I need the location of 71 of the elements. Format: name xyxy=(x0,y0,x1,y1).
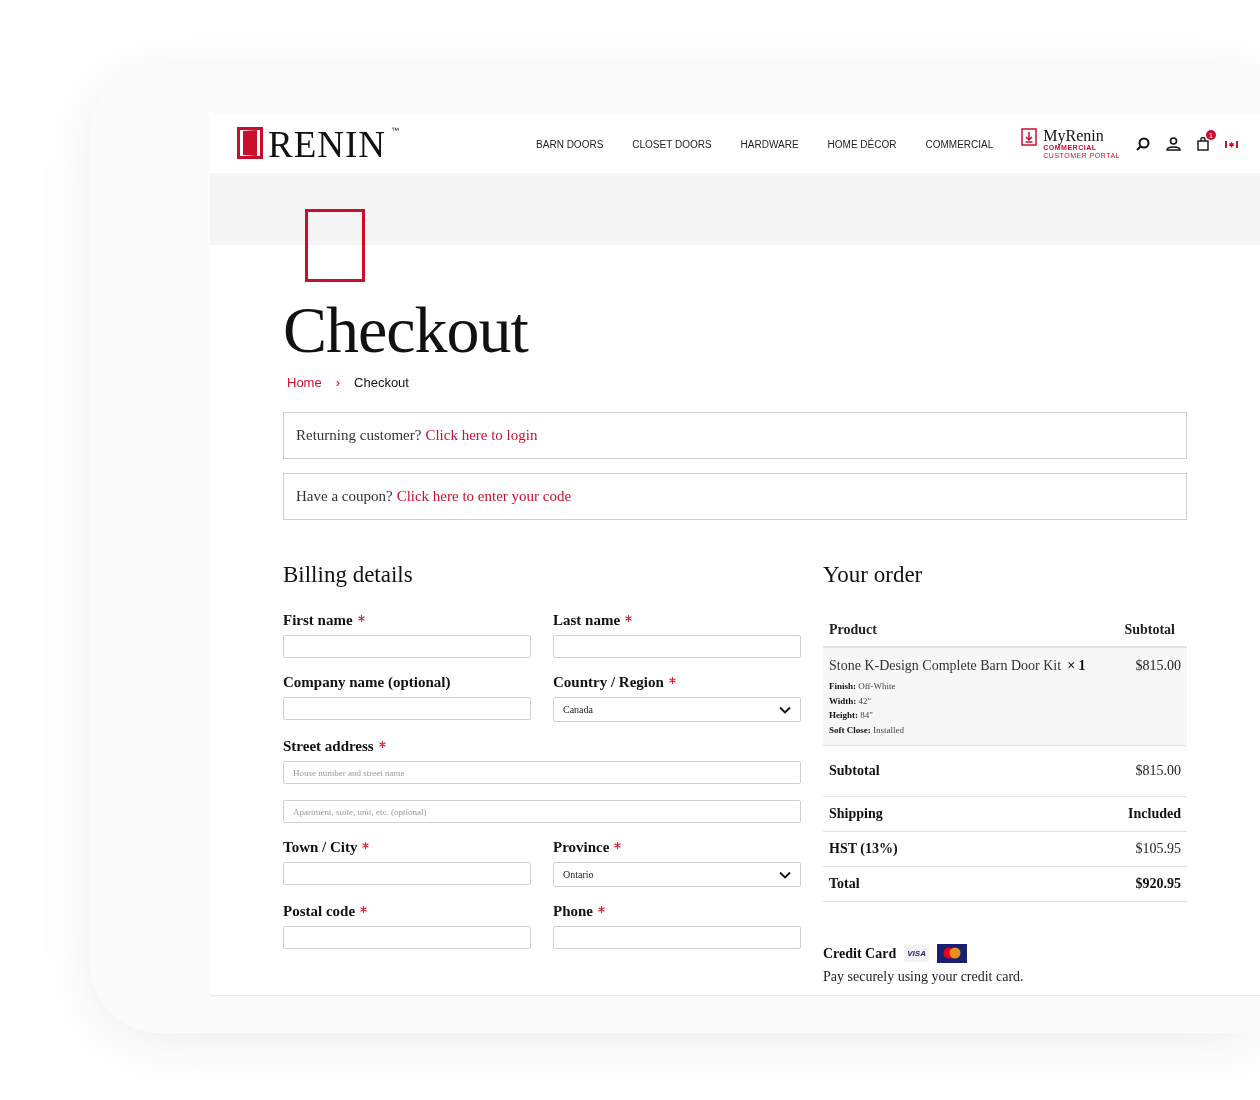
dropdown[interactable]: Canada xyxy=(553,697,801,722)
input-field[interactable] xyxy=(283,862,531,885)
notice-link[interactable]: Click here to enter your code xyxy=(396,488,572,505)
nav-link[interactable]: HARDWARE xyxy=(740,138,799,150)
required-icon xyxy=(668,677,676,684)
field-label: Town / City xyxy=(283,839,531,856)
nav-link[interactable]: CLOSET DOORS xyxy=(632,138,712,150)
notice-link[interactable]: Click here to login xyxy=(425,427,538,444)
nav-link[interactable]: COMMERCIAL xyxy=(925,138,994,150)
breadcrumb-link[interactable]: Home xyxy=(287,375,322,390)
required-icon xyxy=(360,906,368,913)
input-field[interactable] xyxy=(283,697,531,720)
logo-text[interactable]: RENIN xyxy=(268,125,387,163)
door-logo-icon xyxy=(237,126,263,159)
field-label: Postal code xyxy=(283,903,531,920)
product-attribute: Soft Close: Installed xyxy=(829,723,905,737)
portal-name[interactable]: MyRenin xyxy=(1043,128,1120,145)
notice-text: Returning customer? xyxy=(296,427,422,444)
page-title: Checkout xyxy=(283,297,530,363)
user-icon[interactable] xyxy=(1166,137,1181,151)
field-label: First name xyxy=(283,612,531,629)
nav-link[interactable]: HOME DÉCOR xyxy=(827,138,897,150)
payment-description: Pay securely using your credit card. xyxy=(823,969,1025,985)
total-label: HST (13%) xyxy=(823,831,1113,867)
visa-logo: VISA xyxy=(904,945,929,962)
field-label: Last name xyxy=(553,612,801,629)
total-value: Included xyxy=(1112,796,1187,832)
required-icon xyxy=(625,615,633,622)
required-icon xyxy=(357,615,365,622)
shopping-bag-icon[interactable] xyxy=(1197,137,1209,151)
required-icon xyxy=(614,842,622,849)
field-label: Phone xyxy=(553,903,801,920)
total-label: Shipping xyxy=(823,796,1113,832)
breadcrumb-separator: › xyxy=(335,375,341,390)
chevron-down-icon xyxy=(779,870,791,879)
total-label: Subtotal xyxy=(823,745,1113,797)
required-icon xyxy=(598,906,605,913)
product-name: Stone K-Design Complete Barn Door Kit × 1 xyxy=(829,658,1087,674)
input-field[interactable] xyxy=(553,635,801,658)
field-label: Province xyxy=(553,839,801,856)
input-field[interactable]: Apartment, suite, unit, etc. (optional) xyxy=(283,800,801,823)
notice-text: Have a coupon? xyxy=(296,488,393,505)
field-label: Country / Region xyxy=(553,674,801,691)
required-icon xyxy=(378,741,386,748)
product-attribute: Finish: Off-White xyxy=(829,680,897,693)
section-title: Billing details xyxy=(283,562,414,588)
dropdown[interactable]: Ontario xyxy=(553,862,801,887)
chevron-down-icon xyxy=(779,705,791,714)
input-field[interactable]: House number and street name xyxy=(283,761,801,784)
field-label: Company name (optional) xyxy=(283,674,452,691)
section-title: Your order xyxy=(823,562,924,588)
product-attribute: Height: 84" xyxy=(829,709,874,722)
payment-method: Credit Card xyxy=(823,945,897,962)
total-value: $815.00 xyxy=(1112,745,1187,797)
input-field[interactable] xyxy=(553,926,801,949)
trademark-text: ™ xyxy=(391,125,400,135)
total-value: $920.95 xyxy=(1112,866,1187,902)
mastercard-logo-icon xyxy=(936,944,967,963)
search-icon[interactable] xyxy=(1136,137,1150,151)
breadcrumb-current: Checkout xyxy=(354,375,409,390)
product-attribute: Width: 42" xyxy=(829,694,873,708)
maple-leaf-flag-icon[interactable] xyxy=(1225,139,1238,149)
total-value: $105.95 xyxy=(1112,831,1187,867)
input-field[interactable] xyxy=(283,635,531,658)
nav-link[interactable]: BARN DOORS xyxy=(536,138,604,150)
input-field[interactable] xyxy=(283,926,531,949)
download-box-icon xyxy=(1021,128,1038,147)
total-label: Total xyxy=(823,866,1113,902)
field-label: Street address xyxy=(283,738,801,755)
product-price: $815.00 xyxy=(1112,647,1187,746)
required-icon xyxy=(362,842,370,849)
